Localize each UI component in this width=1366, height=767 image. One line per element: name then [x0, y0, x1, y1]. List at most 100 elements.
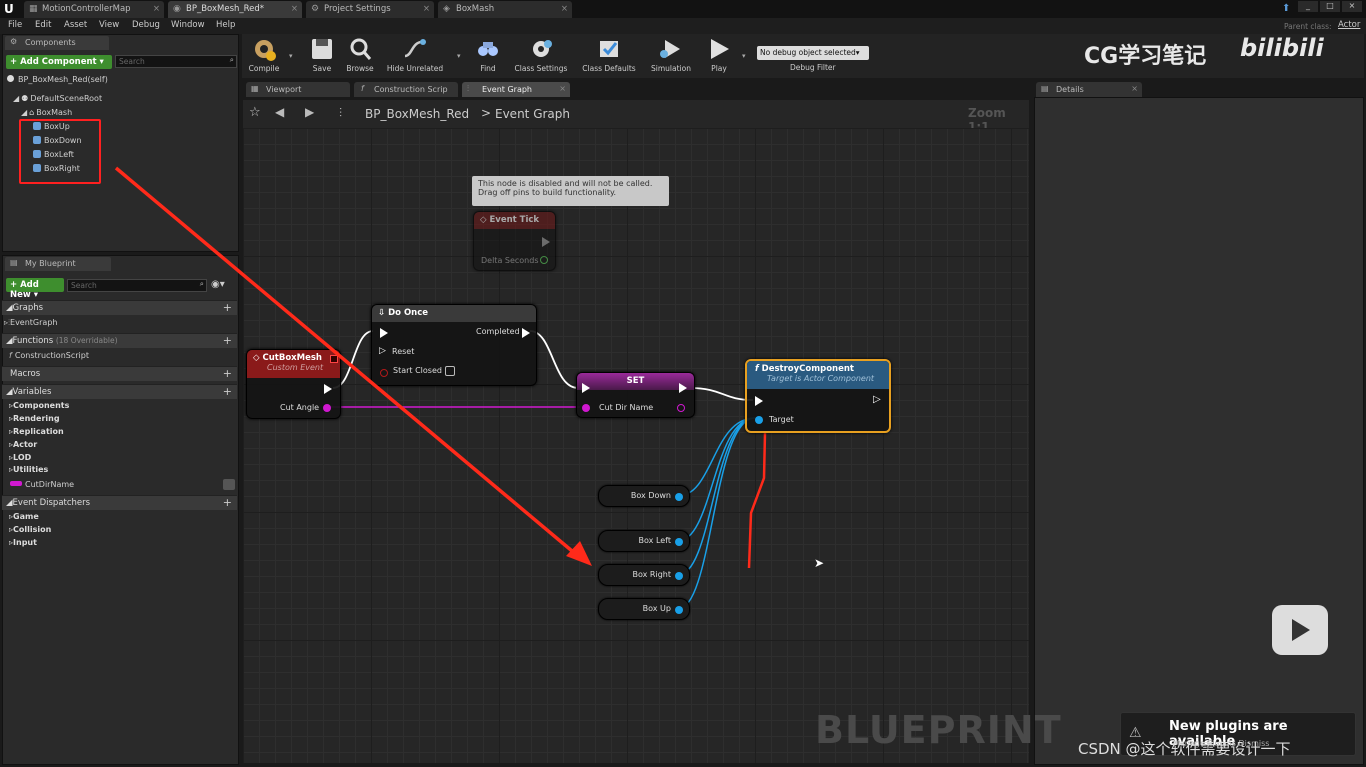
destroy-component-node[interactable]: f DestroyComponent Target is Actor Compon… — [745, 359, 891, 433]
close-window-icon[interactable]: × — [1342, 1, 1362, 12]
set-node[interactable]: SET Cut Dir Name — [576, 372, 695, 418]
completed-pin[interactable] — [522, 328, 530, 338]
save-button[interactable]: Save — [306, 36, 338, 76]
add-graph-icon[interactable]: + — [223, 301, 232, 314]
delta-seconds-pin[interactable] — [540, 256, 548, 264]
exec-in-pin[interactable] — [380, 328, 388, 338]
section-graphs[interactable]: ◢Graphs + — [2, 300, 237, 315]
variable-cutdirname[interactable]: CutDirName — [10, 480, 74, 489]
my-blueprint-tab[interactable]: ▤ My Blueprint — [5, 257, 111, 271]
var-category-lod[interactable]: ▹LOD — [9, 453, 31, 462]
minimize-icon[interactable]: _ — [1298, 1, 1318, 12]
variable-visibility-icon[interactable] — [223, 479, 235, 490]
do-once-node[interactable]: ⇩ Do Once Completed ▷ Reset Start Closed — [371, 304, 537, 386]
menu-debug[interactable]: Debug — [132, 20, 160, 30]
object-pin[interactable] — [675, 493, 683, 501]
var-category-rendering[interactable]: ▹Rendering — [9, 414, 60, 423]
debug-object-select[interactable]: No debug object selected▾ — [757, 46, 869, 60]
find-button[interactable]: Find — [472, 36, 504, 76]
event-tick-node[interactable]: ◇ Event Tick Delta Seconds — [473, 211, 556, 271]
eye-icon[interactable]: ◉▾ — [211, 279, 225, 290]
event-graph-item[interactable]: ▹⫶EventGraph — [4, 318, 57, 328]
dispatcher-category-collision[interactable]: ▹Collision — [9, 525, 51, 534]
add-dispatcher-icon[interactable]: + — [223, 496, 232, 509]
menu-view[interactable]: View — [99, 20, 119, 30]
cut-dir-name-out-pin[interactable] — [677, 404, 685, 412]
class-settings-button[interactable]: Class Settings — [512, 36, 570, 76]
hide-dropdown-icon[interactable]: ▾ — [457, 52, 461, 60]
hide-unrelated-button[interactable]: Hide Unrelated — [384, 36, 446, 76]
object-pin[interactable] — [675, 572, 683, 580]
var-category-components[interactable]: ▹Components — [9, 401, 69, 410]
event-delegate-pin[interactable] — [330, 355, 338, 363]
menu-edit[interactable]: Edit — [35, 20, 51, 30]
play-button[interactable]: Play — [702, 36, 736, 76]
components-search-input[interactable]: Search ⌕ — [115, 55, 237, 68]
cutboxmesh-event-node[interactable]: ◇ CutBoxMesh Custom Event Cut Angle — [246, 349, 341, 419]
compile-button[interactable]: Compile — [246, 36, 282, 76]
section-event-dispatchers[interactable]: ◢Event Dispatchers + — [2, 495, 237, 510]
exec-out-pin[interactable] — [679, 383, 687, 393]
simulation-button[interactable]: Simulation — [648, 36, 694, 76]
star-icon[interactable]: ☆ — [249, 105, 261, 120]
self-item[interactable]: BP_BoxMesh_Red(self) — [7, 75, 108, 84]
blueprint-search-input[interactable]: Search ⌕ — [67, 279, 207, 292]
box-down-getter[interactable]: Box Down — [598, 485, 690, 507]
section-macros[interactable]: Macros + — [2, 366, 237, 381]
play-dropdown-icon[interactable]: ▾ — [742, 52, 746, 60]
menu-window[interactable]: Window — [171, 20, 205, 30]
exec-in-pin[interactable] — [755, 396, 763, 406]
var-category-utilities[interactable]: ▹Utilities — [9, 465, 48, 474]
menu-help[interactable]: Help — [216, 20, 235, 30]
box-left-getter[interactable]: Box Left — [598, 530, 690, 552]
dispatcher-category-input[interactable]: ▹Input — [9, 538, 37, 547]
cut-dir-name-in-pin[interactable] — [582, 404, 590, 412]
browse-button[interactable]: Browse — [342, 36, 378, 76]
window-tab-2[interactable]: ⚙ Project Settings × — [306, 1, 434, 18]
add-component-button[interactable]: + Add Component ▾ — [6, 55, 112, 69]
menu-asset[interactable]: Asset — [64, 20, 87, 30]
exec-out-pin[interactable] — [542, 237, 550, 247]
back-arrow-icon[interactable]: ◀ — [275, 105, 284, 119]
close-icon[interactable]: × — [423, 4, 430, 14]
close-icon[interactable]: × — [291, 4, 298, 14]
components-tab[interactable]: ⚙ Components — [5, 36, 109, 50]
object-pin[interactable] — [675, 606, 683, 614]
close-icon[interactable]: × — [561, 4, 568, 14]
add-function-icon[interactable]: + — [223, 334, 232, 347]
window-tab-1[interactable]: ◉ BP_BoxMesh_Red* × — [168, 1, 302, 18]
default-scene-root[interactable]: ◢ ⚉ DefaultSceneRoot — [13, 94, 102, 103]
exec-in-pin[interactable] — [582, 383, 590, 393]
add-new-button[interactable]: + Add New ▾ — [6, 278, 64, 300]
forward-arrow-icon[interactable]: ▶ — [305, 105, 314, 119]
box-right-getter[interactable]: Box Right — [598, 564, 690, 586]
cut-angle-pin[interactable] — [323, 404, 331, 412]
breadcrumb-blueprint[interactable]: BP_BoxMesh_Red — [365, 107, 469, 121]
tab-event-graph[interactable]: ⫶ Event Graph × — [462, 82, 570, 97]
box-up-getter[interactable]: Box Up — [598, 598, 690, 620]
dispatcher-category-game[interactable]: ▹Game — [9, 512, 39, 521]
construction-script-item[interactable]: f ConstructionScript — [9, 351, 89, 360]
var-category-replication[interactable]: ▹Replication — [9, 427, 64, 436]
target-pin[interactable] — [755, 416, 763, 424]
notification-icon[interactable]: ⬆ — [1282, 3, 1290, 14]
add-variable-icon[interactable]: + — [223, 385, 232, 398]
start-closed-checkbox[interactable] — [445, 366, 455, 376]
window-tab-0[interactable]: ▦ MotionControllerMap × — [24, 1, 164, 18]
close-icon[interactable]: × — [559, 84, 566, 93]
compile-dropdown-icon[interactable]: ▾ — [289, 52, 293, 60]
exec-out-pin[interactable]: ▷ — [873, 394, 881, 405]
class-defaults-button[interactable]: Class Defaults — [578, 36, 640, 76]
var-category-actor[interactable]: ▹Actor — [9, 440, 37, 449]
close-icon[interactable]: × — [1131, 84, 1138, 93]
tab-viewport[interactable]: ▦ Viewport — [246, 82, 350, 97]
tab-construction-script[interactable]: f Construction Scrip — [354, 82, 458, 97]
section-variables[interactable]: ◢Variables + — [2, 384, 237, 399]
window-tab-3[interactable]: ◈ BoxMash × — [438, 1, 572, 18]
add-macro-icon[interactable]: + — [223, 367, 232, 380]
start-closed-pin[interactable] — [380, 369, 388, 377]
tab-details[interactable]: ▤ Details × — [1036, 82, 1142, 97]
exec-out-pin[interactable] — [324, 384, 332, 394]
object-pin[interactable] — [675, 538, 683, 546]
parent-class-link[interactable]: Actor — [1338, 20, 1360, 30]
